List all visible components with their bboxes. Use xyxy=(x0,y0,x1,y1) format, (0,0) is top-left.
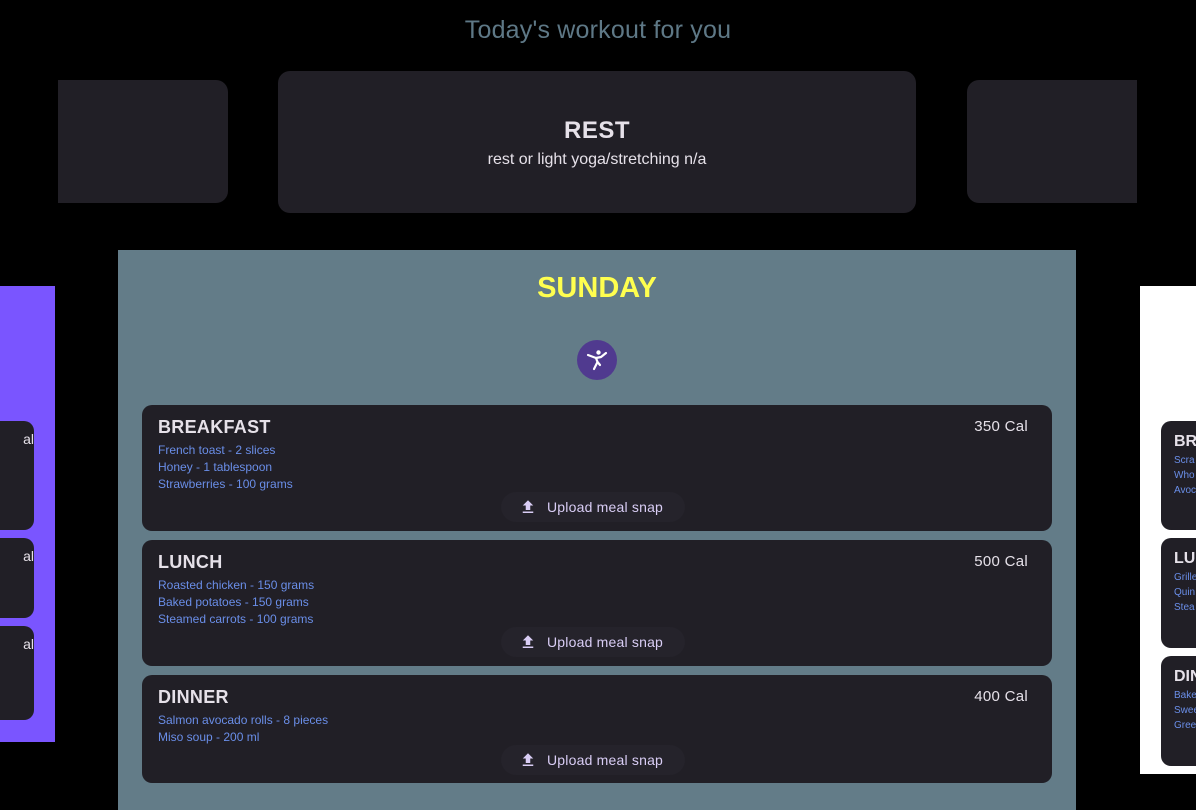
meal-card[interactable]: al xyxy=(0,538,34,618)
day-card-next[interactable]: BR Scra Who Avoc LU Grille Quin Stea DIN… xyxy=(1140,286,1196,774)
upload-icon xyxy=(522,635,534,648)
workout-card-current[interactable]: REST rest or light yoga/stretching n/a xyxy=(278,71,916,213)
meal-card-breakfast: BREAKFAST 350 Cal French toast - 2 slice… xyxy=(142,405,1052,531)
meal-item: Miso soup - 200 ml xyxy=(158,730,260,744)
meal-item: Swee xyxy=(1174,705,1196,716)
meal-item: Baked potatoes - 150 grams xyxy=(158,595,309,609)
upload-icon xyxy=(522,753,534,766)
meal-card[interactable]: al xyxy=(0,421,34,530)
meal-title: BREAKFAST xyxy=(158,417,271,437)
workout-title: REST xyxy=(563,117,630,144)
meal-items: Scra Who Avoc xyxy=(1174,453,1196,498)
meal-card[interactable]: LU Grille Quin Stea xyxy=(1161,538,1196,648)
day-card-previous[interactable]: al al al xyxy=(0,286,55,742)
meal-item: Roasted chicken - 150 grams xyxy=(158,578,315,592)
workout-subtitle: rest or light yoga/stretching n/a xyxy=(487,151,707,168)
workout-card-previous[interactable] xyxy=(58,80,228,203)
upload-meal-snap-button[interactable]: Upload meal snap xyxy=(501,745,685,775)
meal-calories: al xyxy=(23,548,34,564)
upload-meal-snap-button[interactable]: Upload meal snap xyxy=(501,492,685,522)
meal-card[interactable]: al xyxy=(0,626,34,720)
meal-item: Quin xyxy=(1174,587,1196,598)
meal-item: Stea xyxy=(1174,602,1195,613)
meal-items: Grille Quin Stea xyxy=(1174,570,1196,615)
yoga-pose-icon[interactable] xyxy=(577,340,617,380)
meal-card[interactable]: DIN Bake Swee Gree xyxy=(1161,656,1196,766)
meal-calories: 500 Cal xyxy=(974,553,1028,570)
meal-item: Gree xyxy=(1174,720,1196,731)
meal-calories: 400 Cal xyxy=(974,688,1028,705)
meal-items: Roasted chicken - 150 grams Baked potato… xyxy=(158,577,314,628)
meal-title: DINNER xyxy=(158,687,229,707)
upload-label: Upload meal snap xyxy=(547,634,664,650)
meal-item: Salmon avocado rolls - 8 pieces xyxy=(158,713,329,727)
meal-item: Honey - 1 tablespoon xyxy=(158,460,273,474)
meal-calories: al xyxy=(23,431,34,447)
meal-card-dinner: DINNER 400 Cal Salmon avocado rolls - 8 … xyxy=(142,675,1052,783)
meal-item: Who xyxy=(1174,470,1195,481)
meal-item: Strawberries - 100 grams xyxy=(158,477,293,491)
upload-meal-snap-button[interactable]: Upload meal snap xyxy=(501,627,685,657)
meal-items: Bake Swee Gree xyxy=(1174,688,1196,733)
upload-label: Upload meal snap xyxy=(547,499,664,515)
day-title: SUNDAY xyxy=(537,272,657,304)
meal-item: Avoc xyxy=(1174,485,1196,496)
meal-item: Bake xyxy=(1174,690,1196,701)
meal-item: Grille xyxy=(1174,572,1196,583)
meal-item: French toast - 2 slices xyxy=(158,443,276,457)
meal-calories: al xyxy=(23,636,34,652)
meal-title: LU xyxy=(1174,550,1196,567)
meal-calories: 350 Cal xyxy=(974,418,1028,435)
workout-card-next[interactable] xyxy=(967,80,1137,203)
meal-item: Scra xyxy=(1174,455,1195,466)
upload-label: Upload meal snap xyxy=(547,752,664,768)
meal-card[interactable]: BR Scra Who Avoc xyxy=(1161,421,1196,530)
page-title: Today's workout for you xyxy=(464,16,732,44)
meal-card-lunch: LUNCH 500 Cal Roasted chicken - 150 gram… xyxy=(142,540,1052,666)
meal-item: Steamed carrots - 100 grams xyxy=(158,612,314,626)
meal-items: French toast - 2 slices Honey - 1 tables… xyxy=(158,442,293,493)
meal-title: LUNCH xyxy=(158,552,223,572)
meal-items: Salmon avocado rolls - 8 pieces Miso sou… xyxy=(158,712,328,746)
upload-icon xyxy=(522,500,534,513)
day-card-current: SUNDAY BREAKFAST 350 Cal French toast - … xyxy=(118,250,1076,810)
meal-title: DIN xyxy=(1174,668,1196,685)
meal-title: BR xyxy=(1174,433,1196,450)
